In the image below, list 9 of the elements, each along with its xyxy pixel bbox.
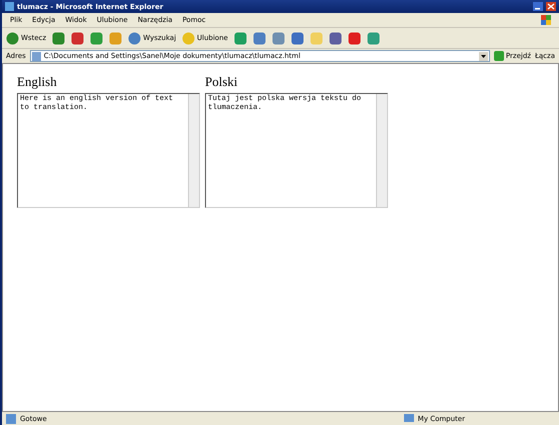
- minimize-icon[interactable]: [533, 2, 543, 11]
- scrollbar[interactable]: [188, 94, 199, 207]
- square-icon[interactable]: [328, 32, 342, 44]
- close-icon[interactable]: [546, 2, 556, 11]
- scrollbar[interactable]: [376, 94, 387, 207]
- dropdown-icon[interactable]: [478, 52, 488, 60]
- windows-logo-icon: [541, 15, 551, 25]
- panel-heading: Polski: [205, 74, 239, 90]
- panel-heading: English: [17, 74, 58, 90]
